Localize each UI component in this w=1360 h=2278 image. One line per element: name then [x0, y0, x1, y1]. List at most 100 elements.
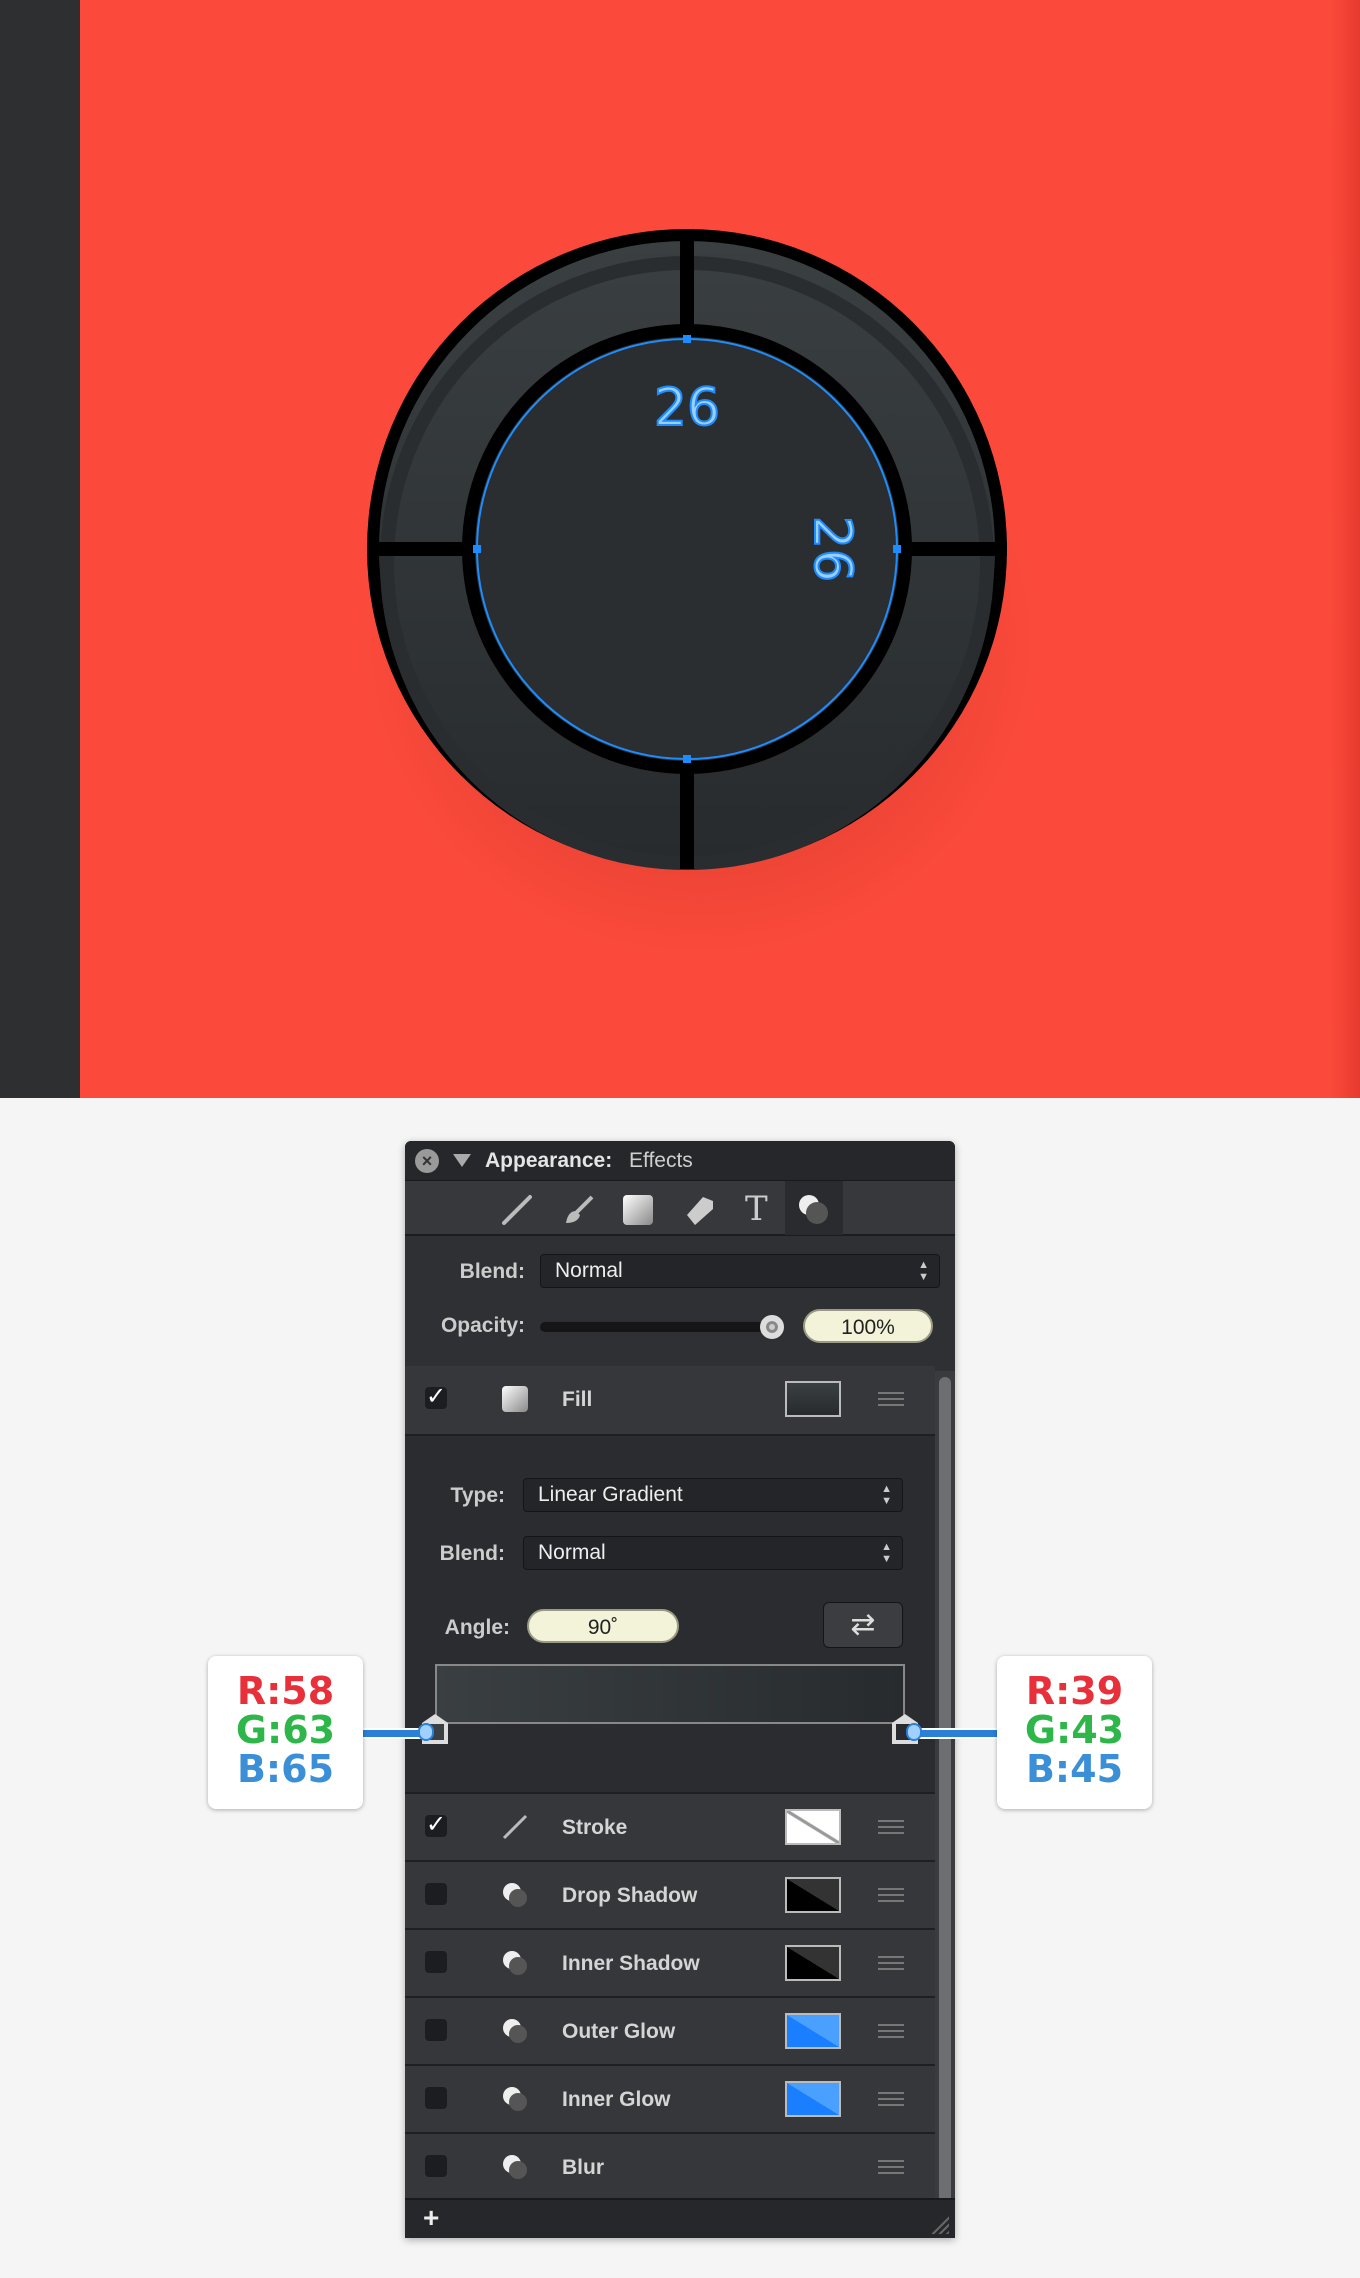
- effect-row-inner-glow[interactable]: Inner Glow: [405, 2064, 935, 2132]
- knob-illustration: 26 26: [360, 229, 1040, 960]
- drag-handle-icon[interactable]: [878, 2160, 904, 2174]
- outer-glow-checkbox[interactable]: [425, 2019, 447, 2041]
- fill-settings: Type: Linear Gradient ▲ ▼ Blend: Normal ▲ ▼ …: [405, 1434, 935, 1792]
- panel-footer: +: [405, 2198, 955, 2238]
- fill-row[interactable]: ✓ Fill: [405, 1366, 935, 1434]
- effects-icon: [503, 2019, 527, 2043]
- effects-icon: [503, 1883, 527, 1907]
- scrollbar-thumb[interactable]: [939, 1377, 951, 2217]
- effects-icon: [503, 1951, 527, 1975]
- effects-icon: [503, 2087, 527, 2111]
- stepper-arrows-icon: ▲ ▼: [918, 1259, 929, 1283]
- red-value: R:39: [1025, 1669, 1124, 1713]
- panel-title: Appearance:: [485, 1149, 613, 1172]
- measure-label-top: 26: [654, 378, 720, 438]
- effect-label: Outer Glow: [562, 2020, 676, 2043]
- callout-dot-left: [418, 1723, 434, 1741]
- effects-icon: [799, 1195, 828, 1224]
- callout-dot-right: [906, 1723, 922, 1741]
- tag-icon[interactable]: [683, 1193, 717, 1227]
- effect-row-inner-shadow[interactable]: Inner Shadow: [405, 1928, 935, 1996]
- inner-shadow-checkbox[interactable]: [425, 1951, 447, 1973]
- fill-icon[interactable]: [623, 1195, 653, 1225]
- angle-input[interactable]: 90˚: [527, 1609, 679, 1643]
- stepper-arrows-icon: ▲ ▼: [881, 1483, 892, 1507]
- blend-label: Blend:: [459, 1260, 525, 1283]
- fill-swatch[interactable]: [785, 1381, 841, 1417]
- color-callout-left: R:58 G:63 B:65: [208, 1656, 363, 1809]
- inner-glow-swatch[interactable]: [785, 2081, 841, 2117]
- blur-checkbox[interactable]: [425, 2155, 447, 2177]
- opacity-slider-thumb[interactable]: [760, 1315, 784, 1339]
- drop-shadow-swatch[interactable]: [785, 1877, 841, 1913]
- callout-connector-right: [910, 1728, 998, 1739]
- measure-label-right: 26: [802, 516, 862, 582]
- stroke-swatch[interactable]: [785, 1809, 841, 1845]
- panel-subtitle: Effects: [629, 1149, 693, 1172]
- outer-glow-swatch[interactable]: [785, 2013, 841, 2049]
- type-label: Type:: [450, 1484, 505, 1507]
- panel-toolbar: T: [405, 1180, 955, 1236]
- opacity-slider[interactable]: [540, 1322, 775, 1332]
- inner-glow-checkbox[interactable]: [425, 2087, 447, 2109]
- collapse-triangle-icon[interactable]: [453, 1154, 471, 1167]
- effects-tab[interactable]: [785, 1181, 843, 1235]
- type-select[interactable]: Linear Gradient ▲ ▼: [523, 1478, 903, 1512]
- blue-value: B:45: [1025, 1747, 1124, 1791]
- stroke-checkbox[interactable]: ✓: [425, 1813, 447, 1837]
- inner-shadow-swatch[interactable]: [785, 1945, 841, 1981]
- callout-connector-left: [363, 1728, 425, 1739]
- anchor-point[interactable]: [473, 545, 481, 553]
- opacity-label: Opacity:: [440, 1314, 525, 1337]
- green-value: G:63: [235, 1708, 336, 1752]
- fill-blend-value: Normal: [538, 1541, 606, 1564]
- add-effect-button[interactable]: +: [423, 2202, 439, 2234]
- gradient-bar[interactable]: [435, 1664, 905, 1724]
- effect-label: Inner Glow: [562, 2088, 671, 2111]
- blend-value: Normal: [555, 1259, 623, 1282]
- effect-row-outer-glow[interactable]: Outer Glow: [405, 1996, 935, 2064]
- drag-handle-icon[interactable]: [878, 1392, 904, 1406]
- scrollbar-track[interactable]: [935, 1371, 955, 2238]
- stroke-icon: [502, 1814, 528, 1840]
- effect-label: Inner Shadow: [562, 1952, 700, 1975]
- drag-handle-icon[interactable]: [878, 1956, 904, 1970]
- opacity-input[interactable]: 100%: [803, 1309, 933, 1343]
- fill-blend-select[interactable]: Normal ▲ ▼: [523, 1536, 903, 1570]
- panel-header: × Appearance: Effects: [405, 1141, 955, 1180]
- fill-label: Fill: [562, 1388, 593, 1411]
- stepper-arrows-icon: ▲ ▼: [881, 1541, 892, 1565]
- canvas-artwork: 26 26: [0, 0, 1360, 1098]
- appearance-panel: × Appearance: Effects T Blend: Normal ▲ ▼ …: [405, 1141, 955, 2238]
- effects-icon: [503, 2155, 527, 2179]
- drag-handle-icon[interactable]: [878, 1820, 904, 1834]
- text-tool-icon[interactable]: T: [745, 1189, 768, 1229]
- close-icon[interactable]: ×: [415, 1149, 439, 1173]
- drag-handle-icon[interactable]: [878, 2092, 904, 2106]
- resize-grip-icon[interactable]: [931, 2216, 949, 2234]
- fill-checkbox[interactable]: ✓: [425, 1385, 447, 1409]
- swap-arrows-icon: ⇄: [850, 1608, 876, 1641]
- angle-value: 90˚: [587, 1616, 619, 1639]
- drop-shadow-checkbox[interactable]: [425, 1883, 447, 1905]
- drag-handle-icon[interactable]: [878, 1888, 904, 1902]
- effect-row-blur[interactable]: Blur: [405, 2132, 935, 2200]
- line-tool-icon[interactable]: [500, 1193, 534, 1227]
- red-value: R:58: [236, 1669, 335, 1713]
- drag-handle-icon[interactable]: [878, 2024, 904, 2038]
- blend-select[interactable]: Normal ▲ ▼: [540, 1254, 940, 1288]
- effect-row-drop-shadow[interactable]: Drop Shadow: [405, 1860, 935, 1928]
- anchor-point[interactable]: [893, 545, 901, 553]
- reverse-gradient-button[interactable]: ⇄: [823, 1602, 903, 1648]
- anchor-point[interactable]: [683, 335, 691, 343]
- fill-icon: [502, 1386, 528, 1412]
- effect-row-stroke[interactable]: ✓ Stroke: [405, 1792, 935, 1860]
- effect-label: Drop Shadow: [562, 1884, 698, 1907]
- effect-label: Stroke: [562, 1816, 628, 1839]
- blue-value: B:65: [236, 1747, 335, 1791]
- anchor-point[interactable]: [683, 755, 691, 763]
- color-callout-right: R:39 G:43 B:45: [997, 1656, 1152, 1809]
- green-value: G:43: [1024, 1708, 1125, 1752]
- brush-icon[interactable]: [562, 1193, 596, 1227]
- fill-blend-label: Blend:: [439, 1542, 505, 1565]
